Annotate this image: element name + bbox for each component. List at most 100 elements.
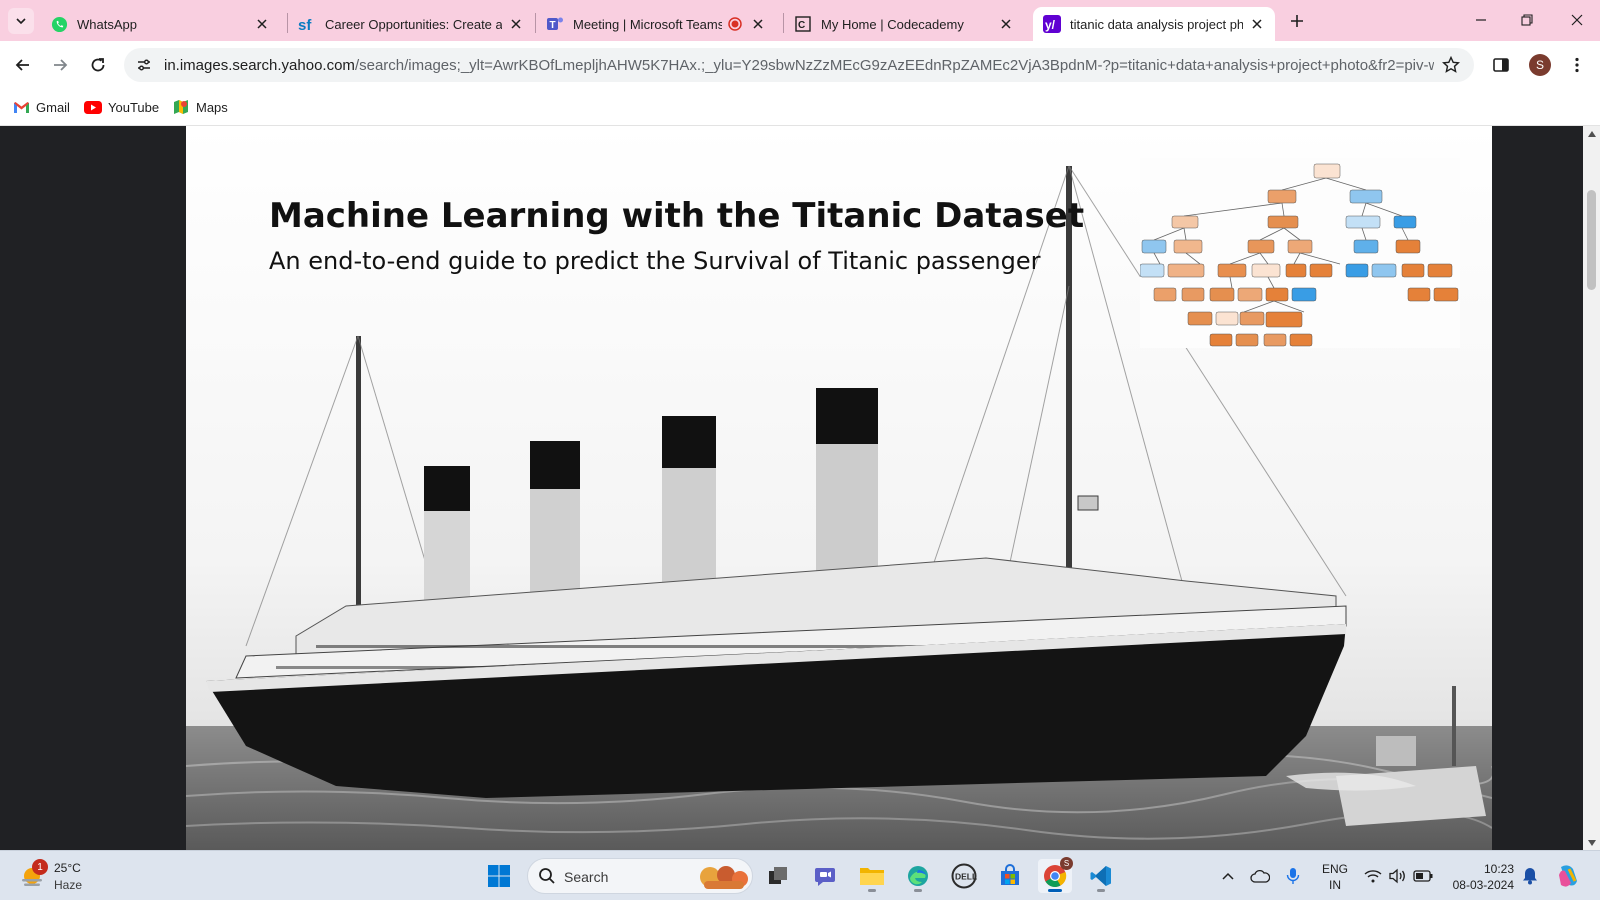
weather-temp: 25°C	[54, 861, 81, 875]
start-button[interactable]	[482, 859, 516, 893]
tab-title: WhatsApp	[77, 16, 137, 32]
forward-button[interactable]	[46, 51, 74, 79]
weather-condition: Haze	[54, 878, 83, 892]
chevron-down-icon	[16, 18, 26, 25]
language-indicator[interactable]: ENG IN	[1322, 861, 1348, 893]
gmail-icon	[12, 98, 30, 116]
tab-whatsapp[interactable]: WhatsApp	[40, 7, 280, 41]
windows-icon	[488, 865, 510, 887]
microphone-icon[interactable]	[1283, 866, 1303, 886]
search-icon	[538, 867, 556, 890]
minimize-button[interactable]	[1458, 0, 1504, 40]
running-indicator	[1048, 889, 1062, 892]
system-clock[interactable]: 10:23 08-03-2024	[1450, 861, 1514, 893]
tab-title: My Home | Codecademy	[821, 16, 964, 32]
tab-search-button[interactable]	[8, 8, 34, 34]
taskbar-file-explorer[interactable]	[855, 859, 889, 893]
teams-icon: T	[546, 15, 564, 33]
plus-icon	[1291, 15, 1303, 27]
task-view-button[interactable]	[761, 859, 795, 893]
store-icon	[1001, 864, 1019, 885]
onedrive-icon[interactable]	[1250, 866, 1270, 886]
scroll-thumb[interactable]	[1587, 190, 1596, 290]
profile-avatar[interactable]: S	[1529, 54, 1551, 76]
close-icon[interactable]	[508, 16, 524, 32]
wifi-icon[interactable]	[1363, 866, 1383, 886]
region-code: IN	[1329, 878, 1341, 892]
taskbar-chrome[interactable]: S	[1038, 857, 1073, 893]
vscode-icon	[1090, 866, 1111, 886]
bookmark-label: Maps	[196, 99, 228, 115]
codecademy-icon: C	[794, 15, 812, 33]
clock-time: 10:23	[1483, 862, 1514, 876]
svg-text:T: T	[550, 20, 556, 31]
browser-menu-button[interactable]	[1563, 51, 1591, 79]
taskbar-edge[interactable]	[901, 859, 935, 893]
youtube-icon	[84, 98, 102, 116]
dell-icon: DELL	[951, 863, 977, 889]
close-window-button[interactable]	[1554, 0, 1600, 40]
side-panel-icon	[1493, 58, 1509, 72]
close-icon[interactable]	[750, 16, 766, 32]
scroll-up-icon[interactable]	[1587, 129, 1596, 138]
bookmark-youtube[interactable]: YouTube	[84, 98, 159, 116]
close-icon[interactable]	[998, 16, 1014, 32]
taskbar-store[interactable]	[993, 859, 1027, 893]
url-host: in.images.search.yahoo.com	[164, 57, 355, 74]
vertical-scrollbar[interactable]	[1583, 126, 1600, 850]
new-tab-button[interactable]	[1286, 10, 1308, 32]
svg-text:DELL: DELL	[955, 872, 977, 882]
site-info-icon[interactable]	[132, 53, 156, 77]
maps-icon	[172, 98, 190, 116]
bookmarks-bar: Gmail YouTube Maps	[0, 90, 1600, 126]
chevron-up-icon	[1222, 872, 1234, 880]
edge-icon	[908, 866, 928, 886]
tab-yahoo-images[interactable]: y/ titanic data analysis project pho	[1033, 7, 1275, 41]
weather-widget[interactable]: 1 25°C Haze	[18, 857, 98, 895]
bookmark-star-icon[interactable]	[1440, 54, 1462, 76]
restore-button[interactable]	[1504, 0, 1550, 40]
taskbar-dell[interactable]: DELL	[947, 859, 981, 893]
browser-toolbar: in.images.search.yahoo.com/search/images…	[0, 41, 1600, 90]
bookmark-maps[interactable]: Maps	[172, 98, 228, 116]
taskbar-search[interactable]: Search	[527, 858, 753, 894]
url-text[interactable]: in.images.search.yahoo.com/search/images…	[164, 57, 1434, 74]
bookmark-label: Gmail	[36, 99, 70, 115]
side-panel-button[interactable]	[1487, 51, 1515, 79]
tab-teams[interactable]: T Meeting | Microsoft Teams	[536, 7, 776, 41]
taskbar-vscode[interactable]	[1084, 859, 1118, 893]
task-view-icon	[769, 867, 787, 884]
back-button[interactable]	[9, 51, 37, 79]
kebab-menu-icon	[1575, 57, 1579, 73]
taskbar-chat[interactable]	[808, 859, 842, 893]
reload-button[interactable]	[84, 51, 112, 79]
tab-title: Meeting | Microsoft Teams	[573, 16, 722, 32]
close-icon	[1571, 14, 1583, 26]
arrow-right-icon	[54, 59, 68, 71]
battery-icon[interactable]	[1413, 866, 1433, 886]
address-bar[interactable]: in.images.search.yahoo.com/search/images…	[124, 48, 1474, 82]
arrow-left-icon	[15, 59, 29, 71]
restore-icon	[1521, 14, 1533, 26]
tab-codecademy[interactable]: C My Home | Codecademy	[784, 7, 1024, 41]
chat-icon	[815, 868, 835, 886]
recording-icon	[726, 15, 744, 33]
close-icon[interactable]	[254, 16, 270, 32]
volume-icon[interactable]	[1387, 866, 1407, 886]
show-hidden-icons[interactable]	[1218, 866, 1238, 886]
weather-alert-badge: 1	[32, 859, 48, 875]
scroll-down-icon[interactable]	[1587, 838, 1596, 847]
chrome-profile-badge: S	[1060, 857, 1073, 870]
preview-image[interactable]: Machine Learning with the Titanic Datase…	[186, 126, 1492, 850]
whatsapp-icon	[50, 15, 68, 33]
bookmark-gmail[interactable]: Gmail	[12, 98, 70, 116]
running-indicator	[1097, 889, 1105, 892]
tab-title: Career Opportunities: Create an	[325, 16, 502, 32]
notification-bell-icon[interactable]	[1520, 866, 1540, 886]
minimize-icon	[1476, 19, 1486, 21]
copilot-icon[interactable]	[1554, 862, 1582, 890]
clock-date: 08-03-2024	[1452, 878, 1514, 892]
tab-career[interactable]: sf Career Opportunities: Create an	[288, 7, 534, 41]
image-viewer: Machine Learning with the Titanic Datase…	[0, 126, 1600, 850]
close-icon[interactable]	[1249, 16, 1265, 32]
